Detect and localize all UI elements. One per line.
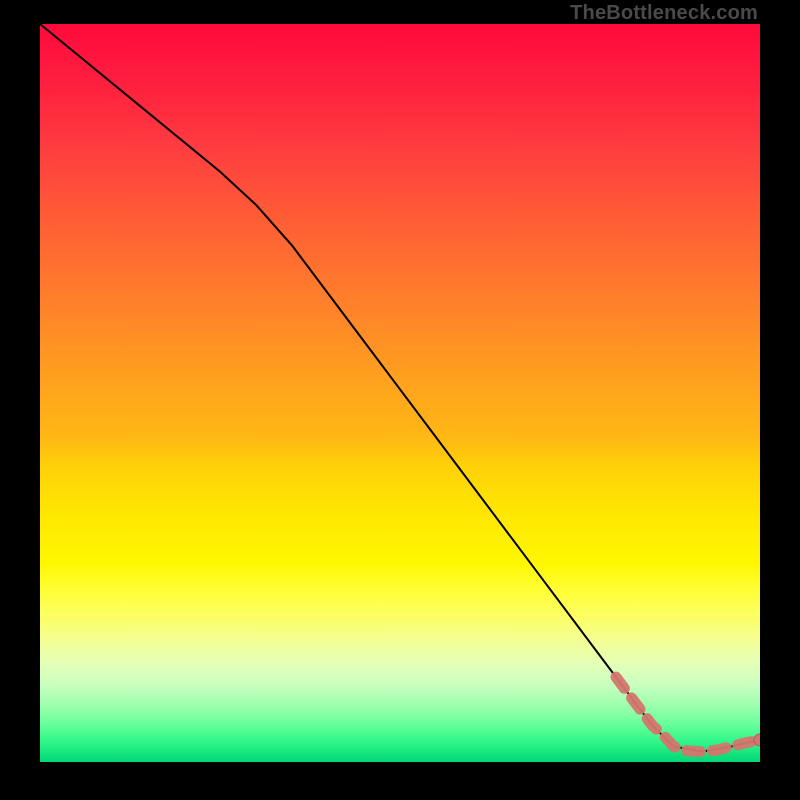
end-marker-dot bbox=[754, 734, 760, 746]
chart-overlay-svg bbox=[40, 24, 760, 762]
main-curve bbox=[40, 24, 760, 752]
watermark-text: TheBottleneck.com bbox=[570, 2, 758, 25]
bottleneck-gradient-plot bbox=[40, 24, 760, 762]
highlight-segment bbox=[616, 677, 760, 752]
chart-container: TheBottleneck.com bbox=[0, 0, 800, 800]
